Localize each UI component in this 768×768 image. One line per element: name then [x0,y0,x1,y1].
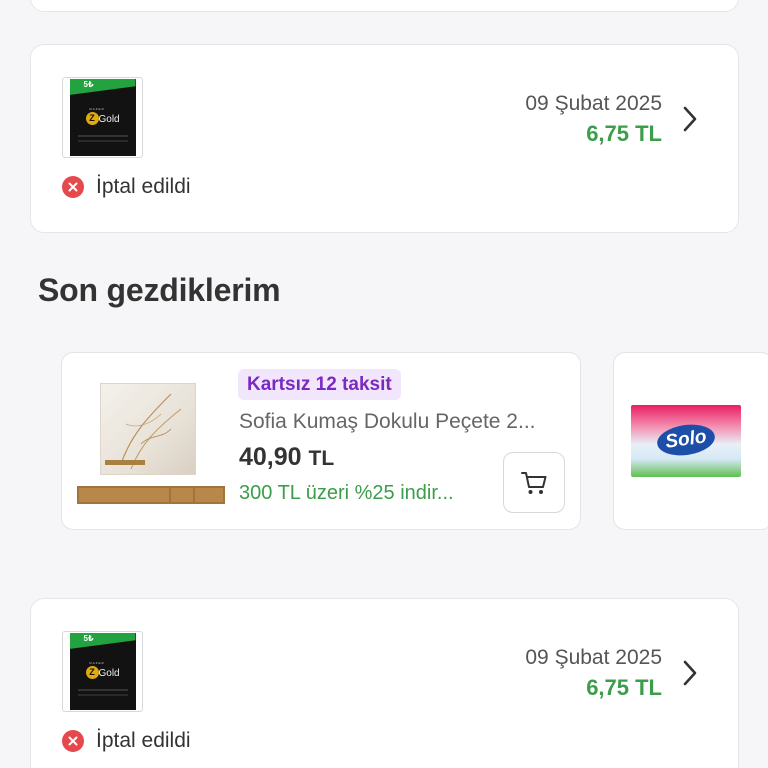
card-tag: RAZER [89,661,105,665]
order-status-text: İptal edildi [96,729,191,752]
product-thumbnail: 5₺ RAZER Z Gold [62,77,143,158]
solo-logo: Solo [655,421,717,459]
cancel-circle-icon [62,730,84,752]
razer-gold-card-image: 5₺ RAZER Z Gold [69,633,136,710]
product-card[interactable]: Kartsız 12 taksit Sofia Kumaş Dokulu Peç… [61,352,581,530]
cancel-circle-icon [62,176,84,198]
chevron-right-icon[interactable] [678,105,702,133]
order-card[interactable]: 5₺ RAZER Z Gold İptal edildi 09 Şubat 20… [30,44,739,233]
card-denomination: 5₺ [83,80,94,89]
product-image: Solo [631,405,741,477]
order-card[interactable]: 5₺ RAZER Z Gold İptal edildi 09 Şubat 20… [30,598,739,768]
card-tag: RAZER [89,107,105,111]
add-to-cart-button[interactable] [503,452,565,513]
order-card-partial[interactable] [30,0,739,12]
brand-coin-icon: Z [85,112,99,125]
order-meta: 09 Şubat 2025 6,75 TL [525,643,662,703]
card-brand: Gold [98,114,120,125]
price-currency: TL [308,447,335,470]
product-image [77,375,225,509]
order-date: 09 Şubat 2025 [525,646,662,669]
installment-badge: Kartsız 12 taksit [238,369,401,400]
razer-gold-card-image: 5₺ RAZER Z Gold [69,79,136,156]
order-status-text: İptal edildi [96,175,191,198]
price-value: 40,90 [239,443,302,471]
shopping-cart-icon [521,471,547,494]
card-denomination: 5₺ [83,634,94,643]
order-meta: 09 Şubat 2025 6,75 TL [525,89,662,149]
order-price: 6,75 TL [586,675,662,700]
package-label [77,486,225,504]
product-price: 40,90 TL [239,443,334,472]
order-status: İptal edildi [62,175,191,199]
product-card[interactable]: Solo [613,352,768,530]
product-thumbnail: 5₺ RAZER Z Gold [62,631,143,712]
section-title-recently-viewed: Son gezdiklerim [38,272,281,308]
page: 5₺ RAZER Z Gold İptal edildi 09 Şubat 20… [0,0,768,768]
brand-coin-icon: Z [85,666,99,679]
discount-text: 300 TL üzeri %25 indir... [239,482,454,504]
order-status: İptal edildi [62,729,191,753]
order-price: 6,75 TL [586,121,662,146]
order-date: 09 Şubat 2025 [525,92,662,115]
napkin-package-image [100,383,196,475]
product-name[interactable]: Sofia Kumaş Dokulu Peçete 2... [239,410,569,434]
chevron-right-icon[interactable] [678,659,702,687]
card-brand: Gold [98,668,120,679]
